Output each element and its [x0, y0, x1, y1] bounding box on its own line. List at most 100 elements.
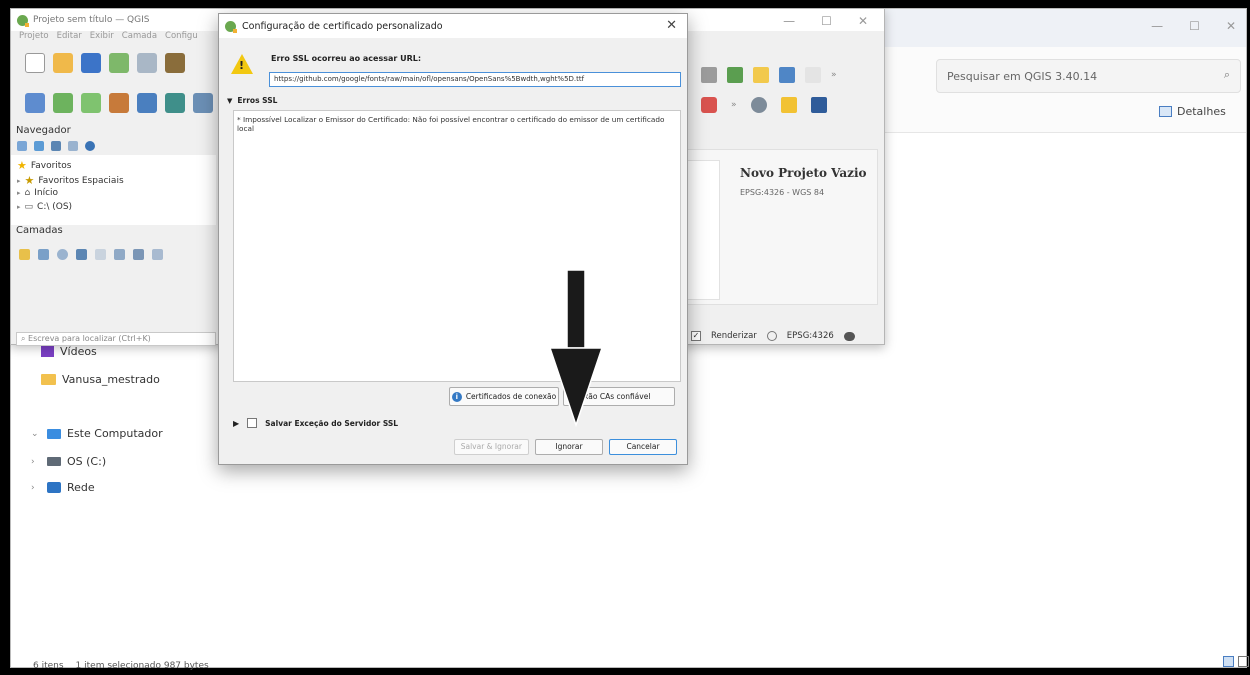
style-layer-icon[interactable]	[19, 249, 30, 260]
info-icon[interactable]	[85, 141, 95, 151]
star-icon: ★	[17, 159, 27, 172]
select-features-icon[interactable]	[727, 67, 743, 83]
details-view-icon[interactable]	[1223, 656, 1234, 667]
layout-manager-icon[interactable]	[137, 53, 157, 73]
help-icon[interactable]	[810, 97, 827, 113]
save-project-icon[interactable]	[81, 53, 101, 73]
nav-item-vanusa-mestrado[interactable]: Vanusa_mestrado	[41, 373, 160, 386]
nav-item-este-computador[interactable]: ⌄ Este Computador	[31, 427, 163, 440]
attribute-table-icon[interactable]	[805, 67, 821, 83]
save-exception-checkbox[interactable]	[247, 418, 258, 428]
cancel-button[interactable]: Cancelar	[609, 439, 677, 455]
navigator-tree: ★ Favoritos ▸ ★ Favoritos Espaciais ▸ ⌂ …	[11, 155, 216, 225]
explorer-search-input[interactable]: Pesquisar em QGIS 3.40.14 ⌕	[936, 59, 1241, 93]
measure-icon[interactable]	[701, 97, 717, 113]
remove-layer-icon[interactable]	[152, 249, 163, 260]
annotation-arrow	[548, 269, 604, 428]
connection-certificates-button[interactable]: i Certificados de conexão	[449, 387, 559, 406]
filter-icon[interactable]	[51, 141, 61, 151]
maximize-icon[interactable]: ☐	[1189, 19, 1200, 33]
chevron-right-icon[interactable]: ▸	[17, 189, 21, 197]
add-selected-layers-icon[interactable]	[17, 141, 27, 151]
nav-item-os-c[interactable]: › OS (C:)	[31, 455, 106, 468]
data-source-manager-icon[interactable]	[25, 93, 45, 113]
close-icon[interactable]: ✕	[1226, 19, 1236, 33]
manage-visibility-icon[interactable]	[57, 249, 68, 260]
minimize-icon[interactable]: —	[783, 14, 795, 28]
maximize-icon[interactable]: ☐	[821, 14, 832, 28]
toolbar-overflow-icon[interactable]: »	[731, 100, 737, 110]
spatial-bookmark-icon: ★	[24, 174, 35, 187]
item-count: 6 itens	[33, 661, 64, 671]
tree-item-c-drive[interactable]: ▸ ▭ C:\ (OS)	[17, 202, 72, 212]
chevron-right-icon[interactable]: ▸	[17, 203, 21, 211]
search-icon[interactable]: ⌕	[1224, 68, 1230, 82]
locator-search-input[interactable]: ⌕ Escreva para localizar (Ctrl+K)	[16, 332, 216, 346]
url-field[interactable]: https://github.com/google/fonts/raw/main…	[269, 72, 681, 87]
search-icon: ⌕	[21, 334, 29, 343]
add-group-icon[interactable]	[38, 249, 49, 260]
digitize-icon[interactable]	[109, 93, 129, 113]
crs-label[interactable]: EPSG:4326	[787, 331, 834, 341]
nav-item-videos[interactable]: Vídeos	[41, 345, 97, 358]
collapse-all-icon[interactable]	[68, 141, 78, 151]
messages-icon[interactable]	[843, 331, 855, 341]
chevron-right-icon[interactable]: ›	[31, 457, 41, 467]
ssl-errors-section-toggle[interactable]: ▼ Erros SSL	[227, 96, 277, 105]
render-checkbox[interactable]: ✓	[691, 331, 701, 341]
large-icons-view-icon[interactable]	[1238, 656, 1249, 667]
dialog-titlebar: Configuração de certificado personalizad…	[219, 14, 687, 38]
identify-icon[interactable]	[779, 67, 795, 83]
collapse-all-icon[interactable]	[133, 249, 144, 260]
expand-all-icon[interactable]	[114, 249, 125, 260]
add-mesh-layer-icon[interactable]	[193, 93, 213, 113]
layers-panel-title: Camadas	[16, 225, 63, 236]
navigator-toolbar	[17, 141, 95, 151]
ignore-button[interactable]: Ignorar	[535, 439, 603, 455]
tree-item-favoritos-espaciais[interactable]: ▸ ★ Favoritos Espaciais	[17, 174, 124, 187]
menu-projeto[interactable]: Projeto	[19, 31, 49, 47]
add-database-layer-icon[interactable]	[137, 93, 157, 113]
qgis-toolbar-project	[25, 53, 185, 73]
save-and-ignore-button[interactable]: Salvar & Ignorar	[453, 439, 529, 455]
filter-legend-icon[interactable]	[76, 249, 87, 260]
open-project-icon[interactable]	[53, 53, 73, 73]
add-delimited-text-icon[interactable]	[81, 93, 101, 113]
crs-globe-icon[interactable]	[766, 331, 777, 341]
toolbar-dropdown-icon[interactable]	[701, 67, 717, 83]
nav-item-rede[interactable]: › Rede	[31, 481, 95, 494]
details-button[interactable]: Detalhes	[1159, 105, 1226, 118]
chevron-right-icon[interactable]: ▸	[17, 177, 21, 185]
python-console-icon[interactable]	[780, 97, 797, 113]
close-icon[interactable]: ✕	[666, 18, 677, 33]
new-project-icon[interactable]	[25, 53, 45, 73]
drive-icon	[47, 457, 61, 466]
plugins-icon[interactable]	[750, 97, 767, 113]
deselect-icon[interactable]	[753, 67, 769, 83]
filter-by-expression-icon[interactable]	[95, 249, 106, 260]
menu-exibir[interactable]: Exibir	[90, 31, 114, 47]
style-manager-icon[interactable]	[165, 53, 185, 73]
refresh-icon[interactable]	[34, 141, 44, 151]
menu-editar[interactable]: Editar	[57, 31, 82, 47]
close-icon[interactable]: ✕	[858, 14, 868, 28]
new-empty-project-card[interactable]: Novo Projeto Vazio EPSG:4326 - WGS 84	[683, 149, 878, 305]
ssl-errors-text: * Impossível Localizar o Emissor do Cert…	[233, 110, 681, 382]
add-raster-layer-icon[interactable]	[165, 93, 185, 113]
tree-item-favoritos[interactable]: ★ Favoritos	[17, 159, 72, 172]
new-print-layout-icon[interactable]	[109, 53, 129, 73]
chevron-down-icon[interactable]: ⌄	[31, 429, 41, 439]
chevron-right-icon[interactable]: ›	[31, 483, 41, 493]
menu-configuracoes[interactable]: Configu	[165, 31, 198, 47]
details-pane-icon	[1159, 106, 1172, 117]
folder-icon	[41, 374, 56, 385]
search-placeholder: Pesquisar em QGIS 3.40.14	[947, 69, 1098, 83]
toolbar-overflow-icon[interactable]: »	[831, 70, 837, 80]
menu-camada[interactable]: Camada	[122, 31, 157, 47]
save-ssl-exception-section[interactable]: ▶ Salvar Exceção do Servidor SSL	[233, 418, 398, 428]
connection-certificates-label: Certificados de conexão	[465, 392, 557, 401]
tree-item-inicio[interactable]: ▸ ⌂ Início	[17, 188, 58, 198]
add-vector-layer-icon[interactable]	[53, 93, 73, 113]
qgis-window-title: Projeto sem título — QGIS	[33, 15, 150, 25]
minimize-icon[interactable]: —	[1151, 19, 1163, 33]
